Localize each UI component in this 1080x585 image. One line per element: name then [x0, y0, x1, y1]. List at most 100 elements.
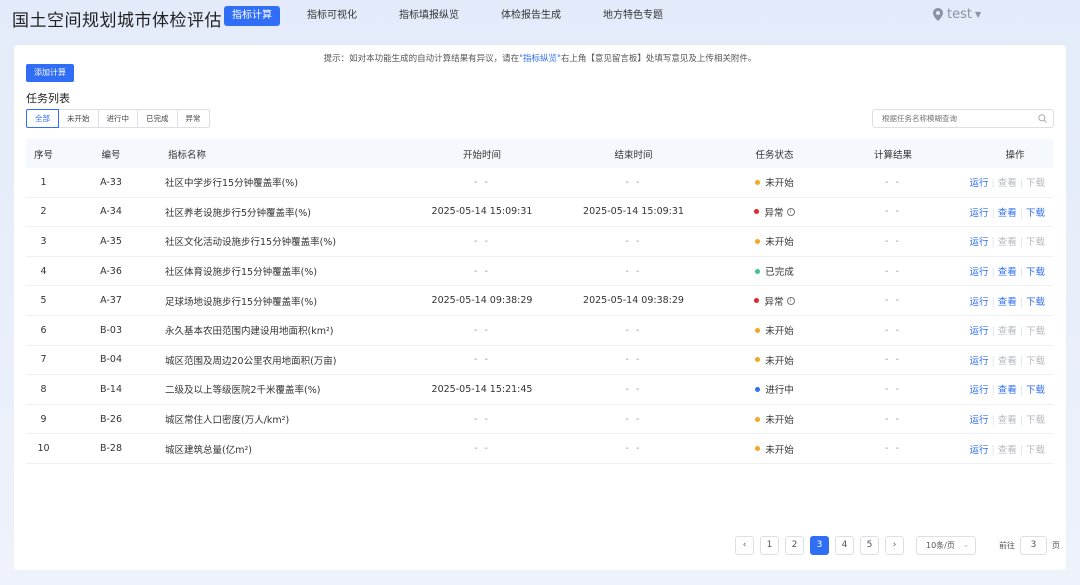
cell-name: 足球场地设施步行15分钟覆盖率(%) [165, 296, 318, 308]
filter-all[interactable]: 全部 [26, 109, 59, 128]
cell-no: 9 [40, 413, 47, 425]
goto-label: 前往 [999, 541, 1015, 550]
hint-link[interactable]: "指标纵览" [519, 54, 561, 64]
info-icon[interactable]: i [786, 207, 795, 216]
download-link[interactable]: 下载 [1026, 267, 1045, 278]
prev-page-button[interactable]: ‹ [735, 536, 754, 555]
status-dot [755, 327, 761, 333]
run-link[interactable]: 运行 [970, 267, 989, 278]
table-row: 9 B-26 城区常住人口密度(万人/km²) - -- - 未开始 - - 运行 | 查看 | 下… [26, 405, 1053, 435]
add-calc-button[interactable]: 添加计算 [26, 64, 74, 82]
page-button[interactable]: 3 [810, 536, 829, 555]
run-link[interactable]: 运行 [970, 178, 989, 189]
cell-code: A-36 [100, 265, 122, 277]
cell-start: - - [474, 176, 490, 188]
status-text: 未开始 [765, 444, 794, 456]
user-menu[interactable]: test ▼ [933, 7, 981, 22]
cell-name: 社区体育设施步行15分钟覆盖率(%) [165, 267, 318, 279]
table-header: 序号 编号 指标名称 开始时间 结束时间 任务状态 计算结果 操作 [26, 139, 1053, 168]
filter-in-progress[interactable]: 进行中 [97, 109, 138, 128]
nav-item-indicator-calc[interactable]: 指标计算 [224, 6, 280, 26]
filter-error[interactable]: 异常 [176, 109, 210, 128]
cell-start: - - [474, 324, 490, 336]
filter-not-started[interactable]: 未开始 [58, 109, 99, 128]
view-link[interactable]: 查看 [998, 445, 1017, 456]
status-text: 未开始 [765, 237, 794, 249]
run-link[interactable]: 运行 [970, 356, 989, 367]
cell-no: 8 [40, 383, 47, 395]
view-link[interactable]: 查看 [998, 356, 1017, 367]
cell-name: 二级及以上等级医院2千米覆盖率(%) [165, 385, 321, 397]
cell-name: 永久基本农田范围内建设用地面积(km²) [165, 326, 334, 338]
cell-code: A-35 [100, 235, 122, 247]
nav-item-report[interactable]: 体检报告生成 [493, 6, 569, 26]
cell-result: - - [885, 206, 901, 218]
view-link[interactable]: 查看 [998, 178, 1017, 189]
view-link[interactable]: 查看 [998, 326, 1017, 337]
view-link[interactable]: 查看 [998, 237, 1017, 248]
cell-start: - - [474, 265, 490, 277]
view-link[interactable]: 查看 [998, 208, 1017, 219]
status-dot [755, 386, 761, 392]
op-separator: | [1019, 237, 1023, 249]
download-link[interactable]: 下载 [1026, 356, 1045, 367]
run-link[interactable]: 运行 [970, 385, 989, 396]
download-link[interactable]: 下载 [1026, 445, 1045, 456]
goto-input[interactable]: 3 [1020, 536, 1047, 555]
view-link[interactable]: 查看 [998, 267, 1017, 278]
view-link[interactable]: 查看 [998, 297, 1017, 308]
page-button[interactable]: 2 [785, 536, 804, 555]
page-button[interactable]: 1 [760, 536, 779, 555]
page-button[interactable]: 5 [860, 536, 879, 555]
run-link[interactable]: 运行 [970, 415, 989, 426]
status-dot [755, 446, 761, 452]
run-link[interactable]: 运行 [970, 326, 989, 337]
search-icon[interactable] [1038, 114, 1047, 123]
user-name: test [947, 7, 972, 22]
download-link[interactable]: 下载 [1026, 237, 1045, 248]
op-separator: | [1019, 267, 1023, 279]
download-link[interactable]: 下载 [1026, 178, 1045, 189]
run-link[interactable]: 运行 [970, 445, 989, 456]
filter-completed[interactable]: 已完成 [137, 109, 178, 128]
header-end: 结束时间 [614, 149, 653, 161]
page-button[interactable]: 4 [835, 536, 854, 555]
download-link[interactable]: 下载 [1026, 297, 1045, 308]
cell-name: 社区中学步行15分钟覆盖率(%) [165, 178, 299, 190]
cell-end: - - [625, 383, 642, 395]
op-separator: | [991, 207, 995, 219]
nav-item-local-topic[interactable]: 地方特色专题 [595, 6, 671, 26]
goto-suffix: 页 [1052, 541, 1060, 550]
cell-no: 1 [40, 176, 47, 188]
cell-no: 10 [37, 443, 50, 455]
cell-name: 社区文化活动设施步行15分钟覆盖率(%) [165, 237, 337, 249]
table-body: 1 A-33 社区中学步行15分钟覆盖率(%) - -- - 未开始 - - 运行 | 查看 | 下… [26, 168, 1053, 464]
nav-item-indicator-visual[interactable]: 指标可视化 [299, 6, 365, 26]
page-number-list: 12345 [760, 536, 885, 555]
op-separator: | [1019, 178, 1023, 190]
download-link[interactable]: 下载 [1026, 326, 1045, 337]
status-text: 未开始 [765, 326, 794, 338]
view-link[interactable]: 查看 [998, 385, 1017, 396]
download-link[interactable]: 下载 [1026, 208, 1045, 219]
cell-ops: 运行 | 查看 | 下载 [931, 442, 1053, 456]
run-link[interactable]: 运行 [970, 297, 989, 308]
table-row: 6 B-03 永久基本农田范围内建设用地面积(km²) - -- - 未开始 - - 运行 |… [26, 316, 1053, 346]
cell-status: 异常 i [694, 205, 855, 219]
next-page-button[interactable]: › [885, 536, 904, 555]
view-link[interactable]: 查看 [998, 415, 1017, 426]
cell-status: 未开始 [694, 442, 855, 456]
run-link[interactable]: 运行 [970, 208, 989, 219]
cell-result: - - [885, 354, 901, 366]
run-link[interactable]: 运行 [970, 237, 989, 248]
pagination: ‹ 12345 › 10条/页 ⌄ 前往 3 页 [735, 536, 1060, 555]
info-icon[interactable]: i [786, 296, 795, 305]
search-input[interactable] [872, 109, 1054, 128]
page-size-select[interactable]: 10条/页 ⌄ [916, 536, 976, 555]
nav-item-indicator-overview[interactable]: 指标填报纵览 [391, 6, 467, 26]
status-text: 未开始 [765, 415, 794, 427]
download-link[interactable]: 下载 [1026, 415, 1045, 426]
download-link[interactable]: 下载 [1026, 385, 1045, 396]
cell-code: B-26 [99, 413, 123, 425]
cell-result: - - [885, 295, 901, 307]
